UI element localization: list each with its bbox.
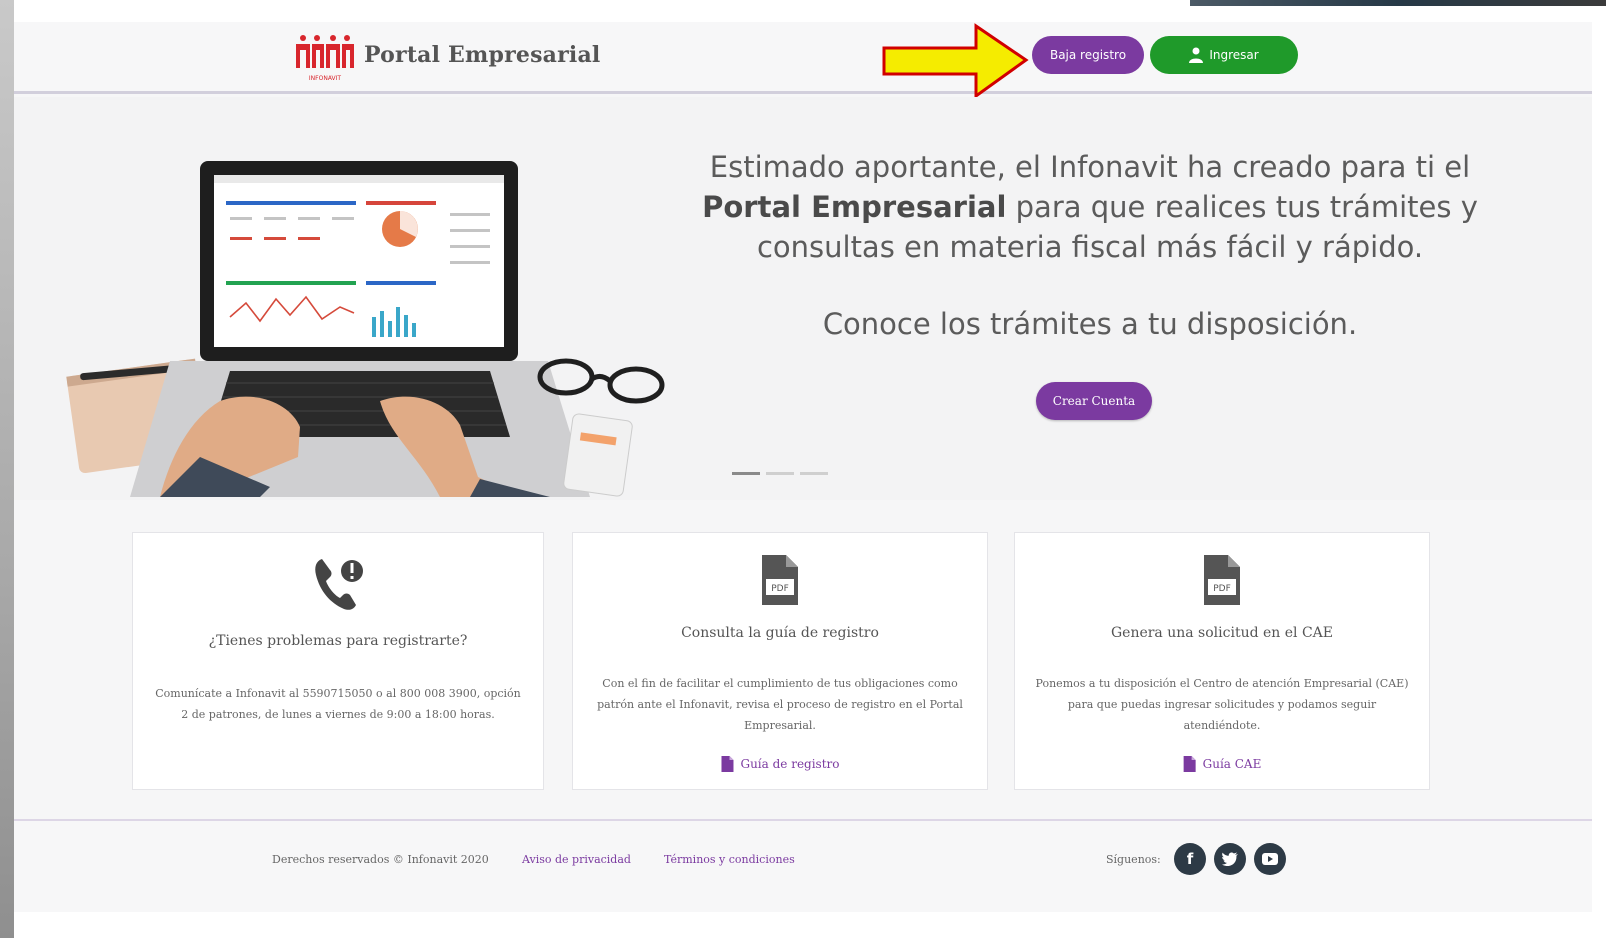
cae-request-body: Ponemos a tu disposición el Centro de at…	[1035, 677, 1409, 732]
hero-subheading: Conoce los trámites a tu disposición.	[822, 307, 1358, 341]
registration-guide-card: PDF Consulta la guía de registro Con el …	[572, 532, 988, 790]
site-footer: Derechos reservados © Infonavit 2020 Avi…	[14, 819, 1592, 912]
cae-request-title: Genera una solicitud en el CAE	[1110, 625, 1334, 641]
registration-guide-link[interactable]: Guía de registro	[720, 755, 840, 773]
login-button[interactable]: Ingresar	[1150, 36, 1298, 74]
window-corner	[1190, 0, 1606, 6]
terms-link[interactable]: Términos y condiciones	[664, 853, 795, 866]
help-card: ¿Tienes problemas para registrarte? Comu…	[132, 532, 544, 790]
register-button-label: Baja registro	[1049, 48, 1127, 62]
login-button-label: Ingresar	[1209, 48, 1259, 62]
hero-headline: Estimado aportante, el Infonavit ha crea…	[654, 147, 1526, 267]
hero-line-2: Portal Empresarial para que realices tus…	[654, 187, 1526, 227]
registration-guide-title: Consulta la guía de registro	[681, 625, 879, 641]
hero-line-3: consultas en materia fiscal más fácil y …	[756, 230, 1424, 264]
carousel-dot[interactable]	[800, 472, 828, 475]
youtube-icon[interactable]	[1254, 843, 1286, 875]
register-button[interactable]: Baja registro	[1032, 36, 1144, 74]
registration-guide-link-label: Guía de registro	[740, 757, 840, 771]
carousel-indicators	[732, 472, 828, 475]
help-card-title: ¿Tienes problemas para registrarte?	[208, 633, 468, 649]
laptop-illustration	[66, 161, 665, 497]
create-account-button[interactable]: Crear Cuenta	[1036, 382, 1152, 420]
window-edge	[0, 0, 14, 938]
pdf-icon: PDF	[1204, 555, 1240, 605]
cae-guide-link-label: Guía CAE	[1202, 757, 1262, 771]
hero-banner: Estimado aportante, el Infonavit ha crea…	[14, 97, 1592, 500]
social-links: f	[1174, 843, 1286, 875]
help-card-body: Comunícate a Infonavit al 5590715050 o a…	[155, 687, 521, 721]
carousel-dot[interactable]	[766, 472, 794, 475]
hero-brand-bold: Portal Empresarial	[702, 190, 1007, 224]
logo-caption: INFONAVIT	[309, 75, 342, 82]
svg-text:PDF: PDF	[771, 584, 789, 594]
hero-line-1: Estimado aportante, el Infonavit ha crea…	[709, 150, 1471, 184]
site-header: INFONAVIT Portal Empresarial Baja regist…	[14, 22, 1592, 99]
annotation-arrow-icon	[882, 23, 1029, 99]
privacy-link[interactable]: Aviso de privacidad	[522, 853, 631, 866]
page: INFONAVIT Portal Empresarial Baja regist…	[14, 22, 1592, 912]
document-icon	[721, 756, 734, 772]
brand-title: Portal Empresarial	[364, 42, 601, 68]
facebook-icon[interactable]: f	[1174, 843, 1206, 875]
copyright-text: Derechos reservados © Infonavit 2020	[272, 853, 489, 866]
registration-guide-body: Con el fin de facilitar el cumplimiento …	[597, 677, 963, 732]
svg-text:PDF: PDF	[1213, 584, 1231, 594]
cae-guide-link[interactable]: Guía CAE	[1183, 755, 1262, 773]
phone-icon	[315, 559, 363, 610]
pdf-icon: PDF	[762, 555, 798, 605]
cae-request-card: PDF Genera una solicitud en el CAE Ponem…	[1014, 532, 1430, 790]
carousel-dot[interactable]	[732, 472, 760, 475]
twitter-icon[interactable]	[1214, 843, 1246, 875]
follow-us-label: Síguenos:	[1106, 853, 1161, 866]
user-icon	[1189, 47, 1204, 63]
hero-line-2-rest: para que realices tus trámites y	[1006, 190, 1478, 224]
document-icon	[1183, 756, 1196, 772]
infonavit-logo[interactable]: INFONAVIT	[294, 32, 356, 84]
